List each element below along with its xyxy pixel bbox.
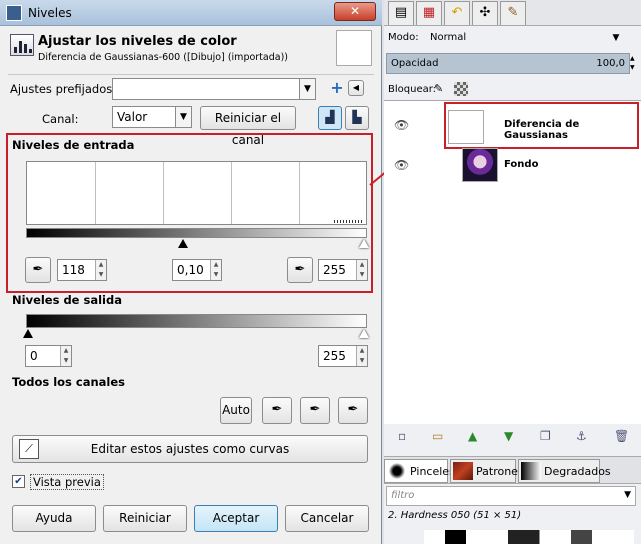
all-channels-title: Todos los canales <box>12 375 126 389</box>
chevron-down-icon: ▼ <box>175 107 191 127</box>
dialog-header: Ajustar los niveles de color Diferencia … <box>8 30 374 74</box>
output-high-spinner[interactable]: 255 ▲ ▼ <box>318 345 368 367</box>
mode-combo[interactable]: Normal ▼ <box>426 28 624 49</box>
image-thumbnail <box>336 30 372 66</box>
duplicate-layer-icon[interactable]: ❐ <box>540 429 551 443</box>
divider <box>8 74 374 75</box>
delete-layer-icon[interactable]: 🗑 <box>614 429 629 443</box>
preview-label[interactable]: Vista previa <box>30 474 104 490</box>
brush-filter-input[interactable]: filtro ▼ <box>386 486 636 506</box>
chevron-down-icon[interactable]: ▼ <box>624 490 631 500</box>
close-button[interactable]: ✕ <box>334 2 376 21</box>
tab-patterns[interactable]: Patrones <box>450 459 524 483</box>
gray-picker-icon[interactable]: ✒ <box>300 397 330 424</box>
input-levels-highlight <box>6 133 373 293</box>
linear-histogram-icon[interactable]: ▟ <box>318 106 342 130</box>
add-preset-icon[interactable]: + <box>326 78 348 100</box>
new-group-icon[interactable]: ▭ <box>432 429 443 443</box>
raise-layer-icon[interactable]: ▲ <box>468 429 477 443</box>
preview-checkbox[interactable]: ✔ <box>12 475 25 488</box>
output-high-slider-handle[interactable] <box>359 329 369 338</box>
tab-brushes[interactable]: Pinceles <box>384 459 455 483</box>
tab-gradients[interactable]: Degradados <box>518 459 611 483</box>
cancel-button[interactable]: Cancelar <box>285 505 369 532</box>
opacity-spinner[interactable]: ▲ ▼ <box>630 54 635 72</box>
visibility-eye-icon[interactable]: 👁 <box>394 158 409 172</box>
lock-pixels-icon[interactable]: ✎ <box>434 82 443 95</box>
app-icon <box>6 5 22 21</box>
preset-menu-icon[interactable]: ◀ <box>348 80 364 96</box>
mode-label: Modo: <box>388 32 419 43</box>
lower-layer-icon[interactable]: ▼ <box>504 429 513 443</box>
presets-combo[interactable]: ▼ <box>112 78 316 100</box>
reset-button[interactable]: Reiniciar <box>103 505 187 532</box>
output-levels-title: Niveles de salida <box>12 293 122 307</box>
channel-label: Canal: <box>42 112 79 126</box>
white-picker-icon[interactable]: ✒ <box>338 397 368 424</box>
layers-tab-icon[interactable]: ▤ <box>388 1 414 25</box>
black-picker-icon[interactable]: ✒ <box>262 397 292 424</box>
dock-tabs: ▤ ▦ ↶ ✣ ✎ <box>384 0 641 26</box>
ok-button[interactable]: Aceptar <box>194 505 278 532</box>
log-histogram-icon[interactable]: ▙ <box>345 106 369 130</box>
edit-as-curves-button[interactable]: ⟋ Editar estos ajustes como curvas <box>12 435 368 463</box>
output-gradient-bar <box>26 314 367 328</box>
layer-row[interactable]: 👁 Fondo <box>384 147 641 183</box>
layer-name: Fondo <box>504 159 539 170</box>
chevron-down-icon: ▼ <box>299 79 315 99</box>
anchor-layer-icon[interactable]: ⚓ <box>576 429 587 443</box>
help-button[interactable]: Ayuda <box>12 505 96 532</box>
undo-tab-icon[interactable]: ↶ <box>444 1 470 25</box>
opacity-slider[interactable]: Opacidad 100,0 <box>386 53 630 74</box>
levels-icon <box>10 34 34 56</box>
layer-thumbnail <box>462 148 498 182</box>
window-title: Niveles <box>28 6 72 20</box>
presets-label: Ajustes prefijados: <box>10 82 117 96</box>
lock-alpha-icon[interactable] <box>454 82 468 96</box>
reset-channel-button[interactable]: Reiniciar el canal <box>200 106 296 147</box>
levels-dialog: Niveles ✕ Ajustar los niveles de color D… <box>0 0 382 544</box>
output-low-slider-handle[interactable] <box>23 329 33 338</box>
new-layer-icon[interactable]: ▫ <box>398 429 406 443</box>
brushes-dock-tabs: Pinceles Patrones Degradados <box>384 456 641 484</box>
visibility-eye-icon[interactable]: 👁 <box>394 118 409 132</box>
title-bar[interactable]: Niveles ✕ <box>0 0 382 26</box>
layer-highlight <box>444 102 639 149</box>
chevron-down-icon: ▼ <box>612 33 620 43</box>
dialog-heading: Ajustar los niveles de color <box>38 34 237 49</box>
channels-tab-icon[interactable]: ▦ <box>416 1 442 25</box>
channel-combo[interactable]: Valor ▼ <box>112 106 192 128</box>
brush-previews[interactable] <box>424 530 634 544</box>
layers-dock: ▤ ▦ ↶ ✣ ✎ Modo: Normal ▼ Opacidad 100,0 … <box>384 0 641 544</box>
curves-icon: ⟋ <box>19 439 39 459</box>
lock-label: Bloquear: <box>388 84 437 95</box>
paths-tab-icon[interactable]: ✣ <box>472 1 498 25</box>
brush-tab-icon[interactable]: ✎ <box>500 1 526 25</box>
dialog-subtitle: Diferencia de Gaussianas-600 ([Dibujo] (… <box>38 52 288 63</box>
brush-info: 2. Hardness 050 (51 × 51) <box>388 510 522 521</box>
output-low-spinner[interactable]: 0 ▲ ▼ <box>25 345 72 367</box>
layers-list: 👁 Diferencia de Gaussianas 👁 Fondo <box>384 100 641 424</box>
auto-button[interactable]: Auto <box>220 397 252 424</box>
